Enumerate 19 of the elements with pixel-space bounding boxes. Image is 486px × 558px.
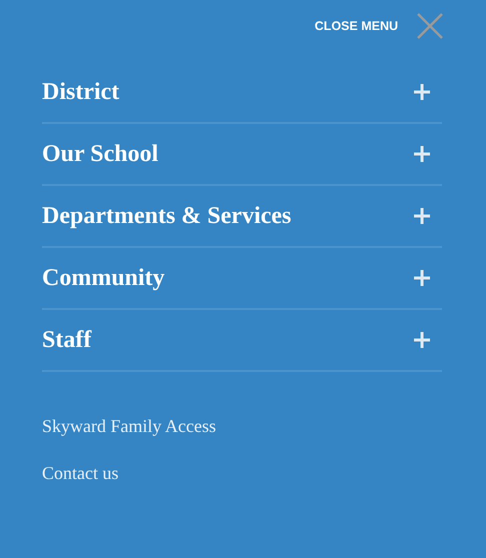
menu-item[interactable]: Staff — [42, 310, 442, 372]
plus-icon[interactable] — [414, 270, 430, 286]
menu-item-label: Staff — [42, 326, 92, 354]
plus-icon[interactable] — [414, 332, 430, 348]
close-menu-button[interactable]: CLOSE MENU — [314, 11, 444, 41]
menu-item-label: District — [42, 78, 120, 106]
plus-icon[interactable] — [414, 84, 430, 100]
close-icon — [416, 12, 444, 40]
plus-icon[interactable] — [414, 146, 430, 162]
menu-item[interactable]: Departments & Services — [42, 186, 442, 248]
menu-item-label: Departments & Services — [42, 202, 292, 230]
menu-link[interactable]: Skyward Family Access — [42, 416, 216, 437]
menu-item-label: Our School — [42, 140, 158, 168]
menu-item[interactable]: Our School — [42, 124, 442, 186]
plus-icon[interactable] — [414, 208, 430, 224]
menu-item[interactable]: Community — [42, 248, 442, 310]
menu-item[interactable]: District — [42, 62, 442, 124]
menu-item-label: Community — [42, 264, 165, 292]
menu-link[interactable]: Contact us — [42, 463, 118, 484]
